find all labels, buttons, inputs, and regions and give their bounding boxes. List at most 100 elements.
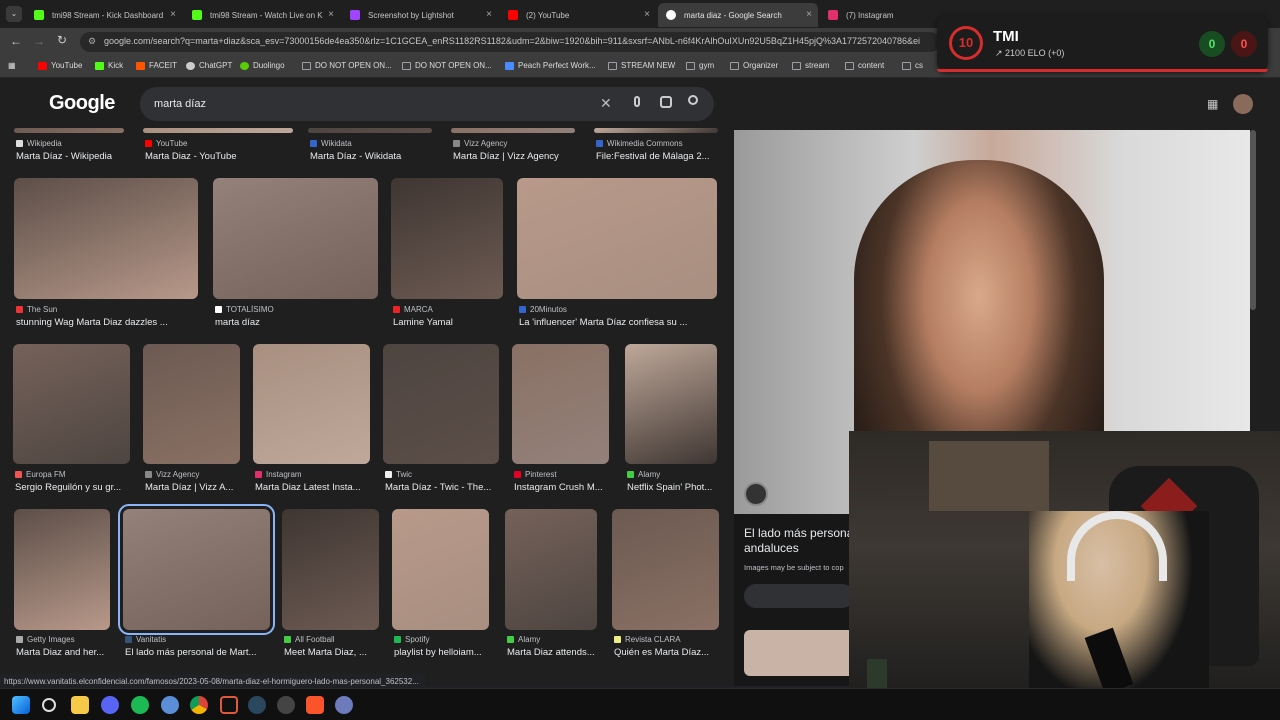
close-icon[interactable]: × (806, 9, 812, 20)
result-thumbnail[interactable] (282, 509, 379, 630)
result-title[interactable]: Marta Díaz - Wikipedia (16, 151, 136, 162)
result-title[interactable]: Marta Díaz - Twic - The... (385, 482, 511, 493)
result-thumbnail[interactable] (143, 128, 293, 133)
related-thumb[interactable] (744, 630, 854, 676)
result-title[interactable]: Marta Díaz | Vizz Agency (453, 151, 587, 162)
close-icon[interactable]: × (644, 9, 650, 20)
result-source[interactable]: TOTALÍSIMO (215, 305, 390, 314)
result-title[interactable]: marta díaz (215, 317, 390, 328)
result-title[interactable]: playlist by helloiam... (394, 647, 501, 658)
bookmark-kick[interactable]: Kick (95, 61, 123, 70)
bookmark-folder[interactable]: gym (686, 61, 714, 70)
visit-button[interactable] (744, 584, 854, 608)
result-thumbnail[interactable] (14, 509, 110, 630)
apps-icon[interactable]: ▦ (8, 61, 16, 70)
tab-google-search[interactable]: marta diaz - Google Search × (658, 3, 818, 27)
result-title[interactable]: Quién es Marta Díaz... (614, 647, 731, 658)
close-icon[interactable]: × (170, 9, 176, 20)
result-thumbnail[interactable] (517, 178, 717, 299)
apps-grid-icon[interactable]: ▦ (1207, 97, 1218, 111)
bookmark-folder[interactable]: Organizer (730, 61, 778, 70)
result-title[interactable]: File:Festival de Málaga 2... (596, 151, 730, 162)
result-source[interactable]: Europa FM (15, 470, 142, 479)
result-title[interactable]: La 'influencer' Marta Díaz confiesa su .… (519, 317, 729, 328)
result-title[interactable]: Netflix Spain' Phot... (627, 482, 729, 493)
bookmark-chatgpt[interactable]: ChatGPT (186, 61, 232, 70)
windows-start-icon[interactable] (12, 696, 30, 714)
lens-search-icon[interactable] (744, 482, 768, 506)
result-title[interactable]: Marta Diaz attends... (507, 647, 609, 658)
result-title[interactable]: Marta Díaz | Vizz A... (145, 482, 252, 493)
result-source[interactable]: Alamy (627, 470, 729, 479)
result-title[interactable]: Instagram Crush M... (514, 482, 621, 493)
chrome-icon[interactable] (190, 696, 208, 714)
discord-icon[interactable] (101, 696, 119, 714)
result-thumbnail[interactable] (308, 128, 432, 133)
close-icon[interactable]: × (328, 9, 334, 20)
result-thumbnail[interactable] (253, 344, 370, 464)
bookmark-folder[interactable]: DO NOT OPEN ON... (402, 61, 492, 70)
result-source[interactable]: YouTube (145, 139, 305, 148)
result-source[interactable]: MARCA (393, 305, 515, 314)
avatar[interactable] (1233, 94, 1253, 114)
bookmark-folder[interactable]: cs (902, 61, 923, 70)
result-source[interactable]: Alamy (507, 635, 609, 644)
result-source[interactable]: All Football (284, 635, 391, 644)
result-thumbnail[interactable] (14, 128, 124, 133)
result-source[interactable]: Twic (385, 470, 511, 479)
result-thumbnail[interactable] (612, 509, 719, 630)
result-source[interactable]: Instagram (255, 470, 382, 479)
result-source[interactable]: Revista CLARA (614, 635, 731, 644)
result-source[interactable]: Vizz Agency (145, 470, 252, 479)
mic-icon[interactable] (634, 96, 640, 107)
back-icon[interactable]: ← (10, 34, 22, 48)
result-thumbnail[interactable] (625, 344, 717, 464)
result-title[interactable]: Lamine Yamal (393, 317, 515, 328)
url-bar[interactable]: ⚙ google.com/search?q=marta+diaz&sca_esv=… (80, 32, 940, 52)
bookmark-folder[interactable]: content (845, 61, 884, 70)
result-thumbnail[interactable] (512, 344, 609, 464)
result-thumbnail[interactable] (143, 344, 240, 464)
result-thumbnail[interactable] (505, 509, 597, 630)
close-icon[interactable]: × (486, 9, 492, 20)
search-icon[interactable] (688, 95, 698, 105)
tab-instagram[interactable]: (7) Instagram (820, 3, 934, 27)
result-source[interactable]: Vanitatis (125, 635, 282, 644)
steam-client-icon[interactable] (248, 696, 266, 714)
result-source[interactable]: Wikipedia (16, 139, 136, 148)
tab-youtube[interactable]: (2) YouTube × (500, 3, 656, 27)
reload-icon[interactable]: ↻ (57, 33, 67, 47)
clear-icon[interactable]: ✕ (600, 95, 612, 112)
result-source[interactable]: Spotify (394, 635, 501, 644)
obs-icon[interactable] (277, 696, 295, 714)
result-thumbnail[interactable] (451, 128, 575, 133)
result-title[interactable]: Meet Marta Diaz, ... (284, 647, 391, 658)
preview-title[interactable]: El lado más persona andaluces (744, 526, 854, 556)
result-thumbnail[interactable] (118, 504, 275, 635)
bookmark-faceit[interactable]: FACEIT (136, 61, 177, 70)
result-source[interactable]: 20Minutos (519, 305, 729, 314)
result-title[interactable]: Marta Diaz - YouTube (145, 151, 305, 162)
result-source[interactable]: Wikimedia Commons (596, 139, 730, 148)
bookmark-folder[interactable]: DO NOT OPEN ON... (302, 61, 392, 70)
result-source[interactable]: Vizz Agency (453, 139, 587, 148)
result-source[interactable]: Pinterest (514, 470, 621, 479)
tab-kick-dashboard[interactable]: tmi98 Stream - Kick Dashboard × (26, 3, 182, 27)
result-title[interactable]: Marta Diaz and her... (16, 647, 122, 658)
brave-shield-icon[interactable] (220, 696, 238, 714)
result-thumbnail[interactable] (383, 344, 499, 464)
result-source[interactable]: Wikidata (310, 139, 444, 148)
result-source[interactable]: Getty Images (16, 635, 122, 644)
result-title[interactable]: El lado más personal de Mart... (125, 647, 282, 658)
site-info-icon[interactable]: ⚙ (88, 36, 96, 47)
result-thumbnail[interactable] (213, 178, 378, 299)
result-thumbnail[interactable] (594, 128, 718, 133)
result-thumbnail[interactable] (14, 178, 198, 299)
file-explorer-icon[interactable] (71, 696, 89, 714)
lens-icon[interactable] (660, 96, 672, 108)
result-thumbnail[interactable] (13, 344, 130, 464)
bookmark-peach[interactable]: Peach Perfect Work... (505, 61, 596, 70)
google-logo[interactable]: Google (49, 92, 115, 115)
result-source[interactable]: The Sun (16, 305, 210, 314)
result-thumbnail[interactable] (391, 178, 503, 299)
